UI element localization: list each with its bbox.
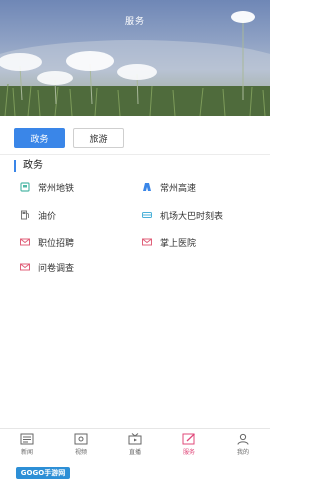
- service-label: 油价: [38, 211, 57, 222]
- service-label: 掌上医院: [160, 238, 197, 249]
- highway-icon: [142, 182, 152, 192]
- service-item-hospital[interactable]: 掌上医院: [142, 235, 196, 249]
- service-edit-icon: [182, 433, 196, 445]
- service-item-highway[interactable]: 常州高速: [142, 180, 196, 194]
- news-icon: [20, 433, 34, 445]
- service-label: 常州高速: [160, 183, 197, 194]
- section-divider: [0, 154, 270, 155]
- category-tabs: 政务 旅游: [14, 128, 124, 148]
- nav-live[interactable]: 直播: [115, 433, 155, 456]
- watermark-logo: GOGO手游网: [16, 467, 70, 479]
- header-banner: 服务: [0, 0, 270, 116]
- nav-label: 视频: [74, 449, 87, 456]
- nav-label: 新闻: [20, 449, 33, 456]
- service-screen: 服务 政务 旅游 政务 常州地铁 常州高速 油价 机场大巴时刻表 职位招聘 掌上…: [0, 0, 270, 480]
- oil-price-icon: [20, 210, 30, 220]
- tab-tourism[interactable]: 旅游: [73, 128, 124, 148]
- tab-government[interactable]: 政务: [14, 128, 65, 148]
- subway-icon: [20, 182, 30, 192]
- nav-label: 服务: [182, 449, 195, 456]
- nav-news[interactable]: 新闻: [7, 433, 47, 456]
- service-item-airport-bus[interactable]: 机场大巴时刻表: [142, 208, 223, 222]
- service-item-survey[interactable]: 问卷调查: [20, 260, 74, 274]
- mail-icon: [142, 237, 152, 247]
- service-item-oil-price[interactable]: 油价: [20, 208, 56, 222]
- service-item-jobs[interactable]: 职位招聘: [20, 235, 74, 249]
- service-item-subway[interactable]: 常州地铁: [20, 180, 74, 194]
- nav-profile[interactable]: 我的: [223, 433, 263, 456]
- nav-label: 直播: [128, 449, 141, 456]
- nav-service[interactable]: 服务: [169, 433, 209, 456]
- page-title: 服务: [124, 17, 145, 27]
- service-label: 职位招聘: [38, 238, 75, 249]
- nav-video[interactable]: 视频: [61, 433, 101, 456]
- mail-icon: [20, 237, 30, 247]
- service-label: 问卷调查: [38, 263, 75, 274]
- service-label: 常州地铁: [38, 183, 75, 194]
- mail-icon: [20, 262, 30, 272]
- live-tv-icon: [128, 433, 142, 445]
- video-icon: [74, 433, 88, 445]
- section-title: 政务: [14, 160, 43, 172]
- service-label: 机场大巴时刻表: [160, 211, 224, 222]
- profile-icon: [236, 433, 250, 445]
- nav-label: 我的: [236, 449, 249, 456]
- airport-bus-icon: [142, 210, 152, 220]
